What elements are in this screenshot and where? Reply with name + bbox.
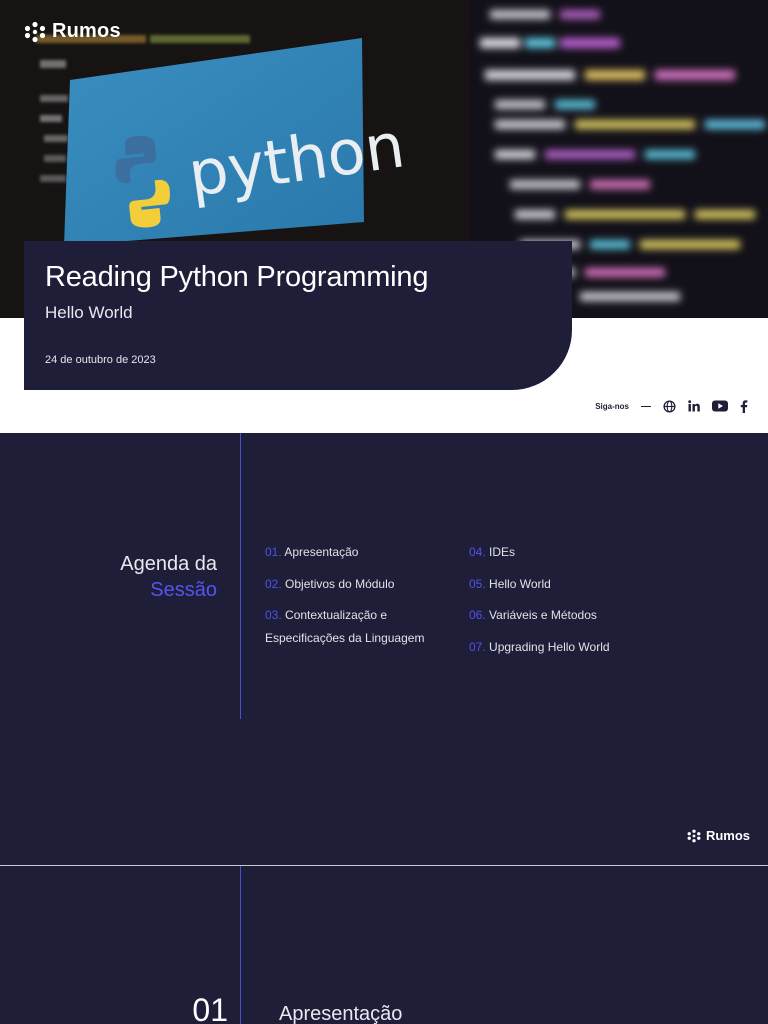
rumos-logo[interactable]: Rumos xyxy=(24,20,121,43)
social-links: Siga-nos xyxy=(595,399,748,413)
globe-icon[interactable] xyxy=(663,399,676,413)
agenda-title: Agenda da Sessão xyxy=(120,551,217,603)
agenda-item: 04. IDEs xyxy=(469,541,515,564)
agenda-item: 07. Upgrading Hello World xyxy=(469,636,610,659)
title-card: Reading Python Programming Hello World 2… xyxy=(24,241,572,390)
divider-dash xyxy=(641,405,651,407)
rumos-logo-icon xyxy=(24,21,46,42)
agenda-item-label: Upgrading Hello World xyxy=(489,640,610,654)
agenda-item-label: Hello World xyxy=(489,577,551,591)
agenda-vertical-line xyxy=(240,433,241,719)
agenda-item: 06. Variáveis e Métodos xyxy=(469,604,597,627)
rumos-logo-text: Rumos xyxy=(705,828,750,843)
agenda-item-label: Apresentação xyxy=(284,545,359,559)
section-vertical-line xyxy=(240,866,241,1024)
agenda-title-line1: Agenda da xyxy=(120,553,217,575)
agenda-item-number: 07. xyxy=(469,640,486,654)
agenda-slide: Agenda da Sessão 01. Apresentação 02. Ob… xyxy=(0,433,768,865)
presentation-subtitle: Hello World xyxy=(45,303,133,322)
agenda-item-label-continued: Especificações da Linguagem xyxy=(265,631,425,645)
agenda-item-label: IDEs xyxy=(489,545,516,559)
cover-slide: python Rumos Reading Python Programming … xyxy=(0,0,768,433)
presentation-date: 24 de outubro de 2023 xyxy=(45,354,156,366)
agenda-item-label: Variáveis e Métodos xyxy=(489,608,597,622)
facebook-icon[interactable] xyxy=(740,399,748,413)
agenda-item: 05. Hello World xyxy=(469,573,551,596)
agenda-item: 03. Contextualização e Especificações da… xyxy=(265,604,424,650)
agenda-title-line2: Sessão xyxy=(150,579,217,601)
agenda-item: 02. Objetivos do Módulo xyxy=(265,573,394,596)
linkedin-icon[interactable] xyxy=(688,399,700,413)
rumos-logo-icon xyxy=(687,829,701,842)
agenda-item-number: 05. xyxy=(469,577,486,591)
section-title: Apresentação xyxy=(279,1003,403,1024)
agenda-item-number: 02. xyxy=(265,577,282,591)
agenda-item-label: Objetivos do Módulo xyxy=(285,577,395,591)
agenda-item-number: 01. xyxy=(265,545,282,559)
agenda-item: 01. Apresentação xyxy=(265,541,358,564)
follow-label: Siga-nos xyxy=(595,401,629,411)
agenda-item-label: Contextualização e xyxy=(285,608,388,622)
rumos-logo-footer[interactable]: Rumos xyxy=(687,828,750,843)
youtube-icon[interactable] xyxy=(712,399,728,413)
section-number: 01 xyxy=(192,992,228,1024)
section-slide: 01 Apresentação xyxy=(0,866,768,1024)
presentation-title: Reading Python Programming xyxy=(45,261,429,293)
agenda-item-number: 06. xyxy=(469,608,486,622)
rumos-logo-text: Rumos xyxy=(52,20,121,42)
agenda-item-number: 03. xyxy=(265,608,282,622)
agenda-item-number: 04. xyxy=(469,545,486,559)
